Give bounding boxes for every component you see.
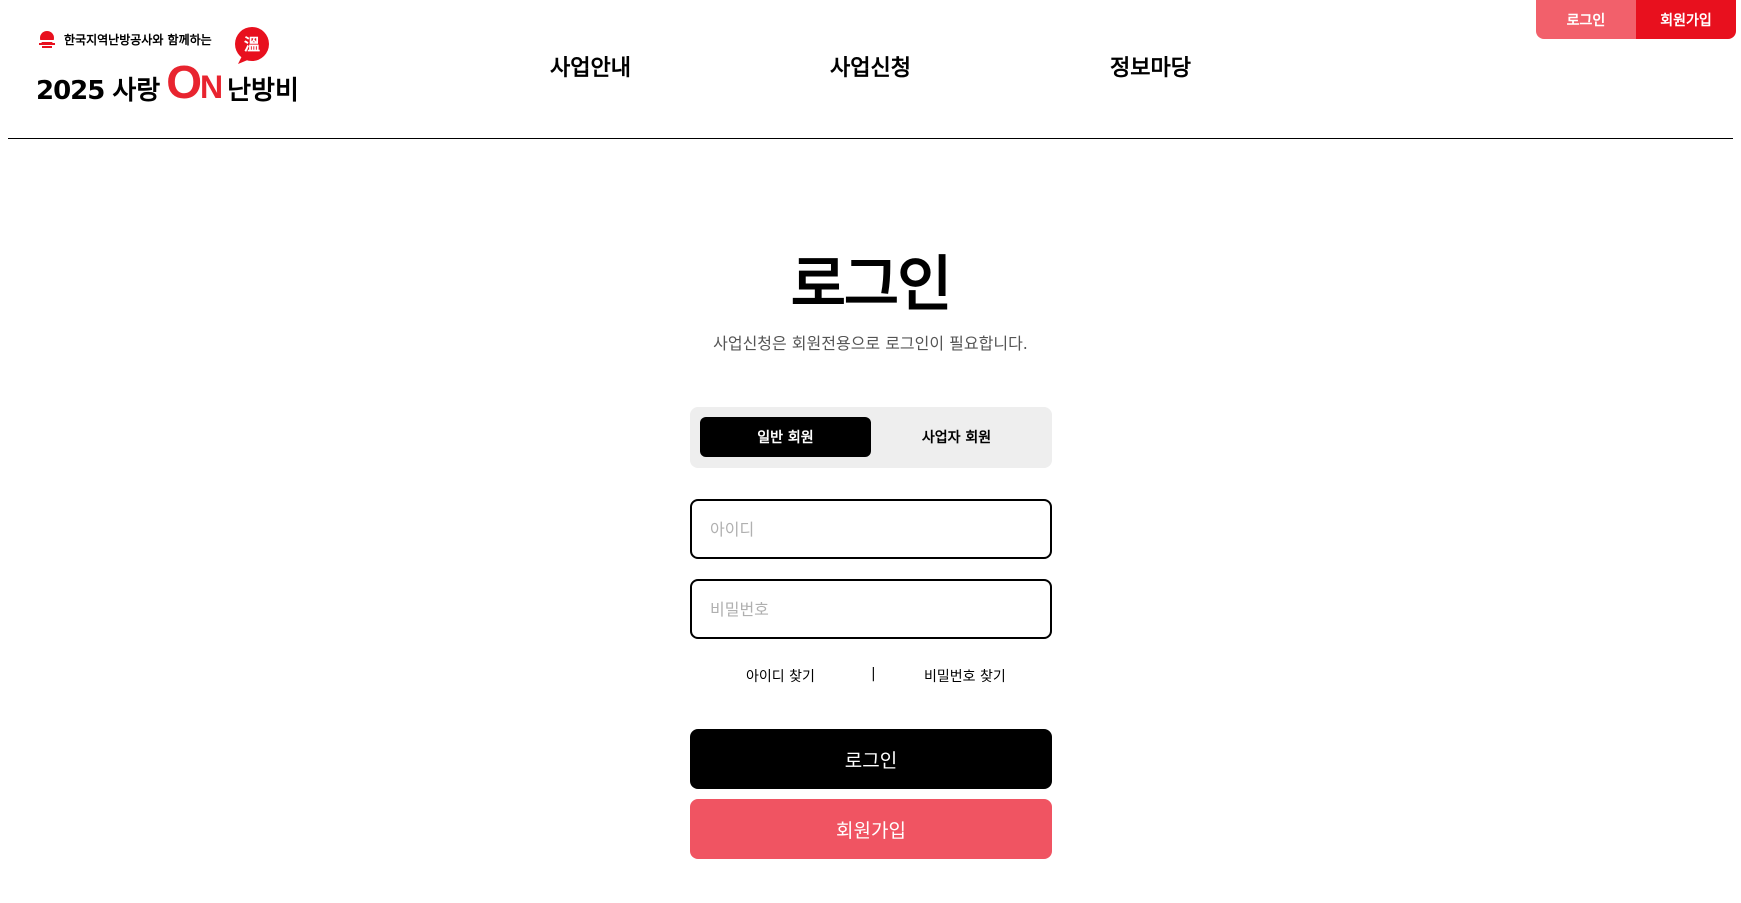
nav-business-application[interactable]: 사업신청	[830, 50, 911, 82]
find-password-link[interactable]: 비밀번호 찾기	[924, 666, 1006, 686]
tab-general-member[interactable]: 일반 회원	[700, 417, 871, 457]
bubble-char: 溫	[244, 35, 260, 54]
logo-year: 2025	[36, 76, 105, 106]
find-id-link[interactable]: 아이디 찾기	[746, 666, 815, 686]
password-input[interactable]	[690, 579, 1052, 639]
kdhc-sun-icon	[37, 31, 57, 48]
find-links-separator: |	[871, 666, 876, 682]
nav-information[interactable]: 정보마당	[1110, 50, 1191, 82]
page-subtitle: 사업신청은 회원전용으로 로그인이 필요합니다.	[713, 334, 1028, 353]
id-input[interactable]	[690, 499, 1052, 559]
logo-tagline-row: 한국지역난방공사와 함께하는	[36, 30, 212, 48]
site-logo[interactable]: 한국지역난방공사와 함께하는 溫 2025 사랑 ON 난방비	[36, 26, 336, 106]
logo-on: ON	[166, 56, 223, 111]
top-login-button[interactable]: 로그인	[1536, 0, 1636, 39]
tab-business-member[interactable]: 사업자 회원	[871, 417, 1042, 457]
member-type-tabs: 일반 회원 사업자 회원	[690, 407, 1052, 468]
login-button[interactable]: 로그인	[690, 729, 1052, 789]
header-divider	[8, 138, 1733, 139]
logo-tagline: 한국지역난방공사와 함께하는	[64, 32, 212, 47]
signup-button[interactable]: 회원가입	[690, 799, 1052, 859]
top-auth-buttons: 로그인 회원가입	[1536, 0, 1736, 39]
top-signup-button[interactable]: 회원가입	[1636, 0, 1736, 39]
logo-on-o: O	[166, 56, 202, 108]
logo-love: 사랑	[112, 76, 161, 106]
logo-wordmark: 2025 사랑 ON 난방비	[36, 58, 299, 111]
site-header: 한국지역난방공사와 함께하는 溫 2025 사랑 ON 난방비 사업안내 사업신…	[0, 0, 1741, 140]
logo-on-n: N	[200, 69, 223, 105]
nav-business-info[interactable]: 사업안내	[550, 50, 631, 82]
logo-heat: 난방비	[227, 76, 299, 106]
page-title: 로그인	[790, 250, 953, 320]
